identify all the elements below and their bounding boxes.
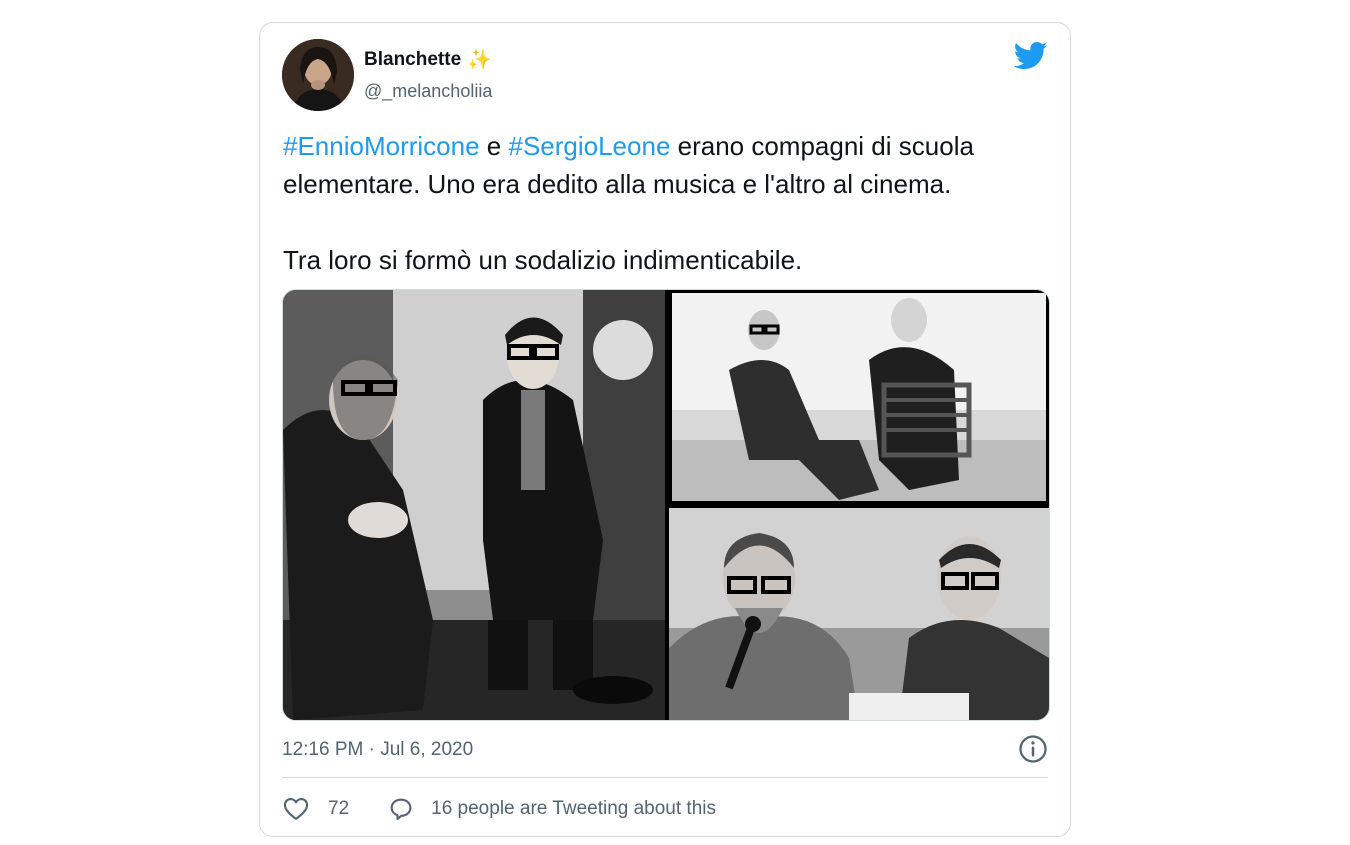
author-name-line[interactable]: Blanchette ✨ — [364, 49, 492, 71]
info-icon[interactable] — [1018, 734, 1048, 764]
twitter-bird-icon[interactable] — [1014, 41, 1048, 71]
speech-bubble-icon[interactable] — [387, 795, 415, 823]
tweet-card: Blanchette ✨ @_melancholiia #EnnioMorric… — [259, 22, 1071, 837]
divider — [282, 777, 1048, 778]
tweet-text-connector: e — [479, 131, 509, 161]
reply-action[interactable]: 16 people are Tweeting about this — [387, 795, 716, 823]
like-count[interactable]: 72 — [328, 798, 349, 820]
photo-microphone-interview[interactable] — [669, 508, 1049, 720]
sparkles-emoji: ✨ — [467, 49, 493, 71]
hashtag-ennio-morricone[interactable]: #EnnioMorricone — [283, 131, 480, 161]
display-name[interactable]: Blanchette — [364, 49, 461, 71]
heart-icon[interactable] — [282, 795, 310, 823]
hashtag-sergio-leone[interactable]: #SergioLeone — [508, 131, 670, 161]
media-grid — [282, 289, 1050, 721]
tweet-actions: 72 16 people are Tweeting about this — [282, 795, 716, 823]
avatar[interactable] — [282, 39, 354, 111]
photo-two-men-seated[interactable] — [283, 290, 665, 720]
user-handle[interactable]: @_melancholiia — [364, 81, 492, 102]
photo-chairs-by-sea[interactable] — [669, 290, 1049, 504]
tweet-timestamp[interactable]: 12:16 PM · Jul 6, 2020 — [282, 739, 473, 761]
tweet-text: #EnnioMorricone e #SergioLeone erano com… — [283, 127, 1053, 279]
tweeting-about-text[interactable]: 16 people are Tweeting about this — [431, 798, 716, 820]
